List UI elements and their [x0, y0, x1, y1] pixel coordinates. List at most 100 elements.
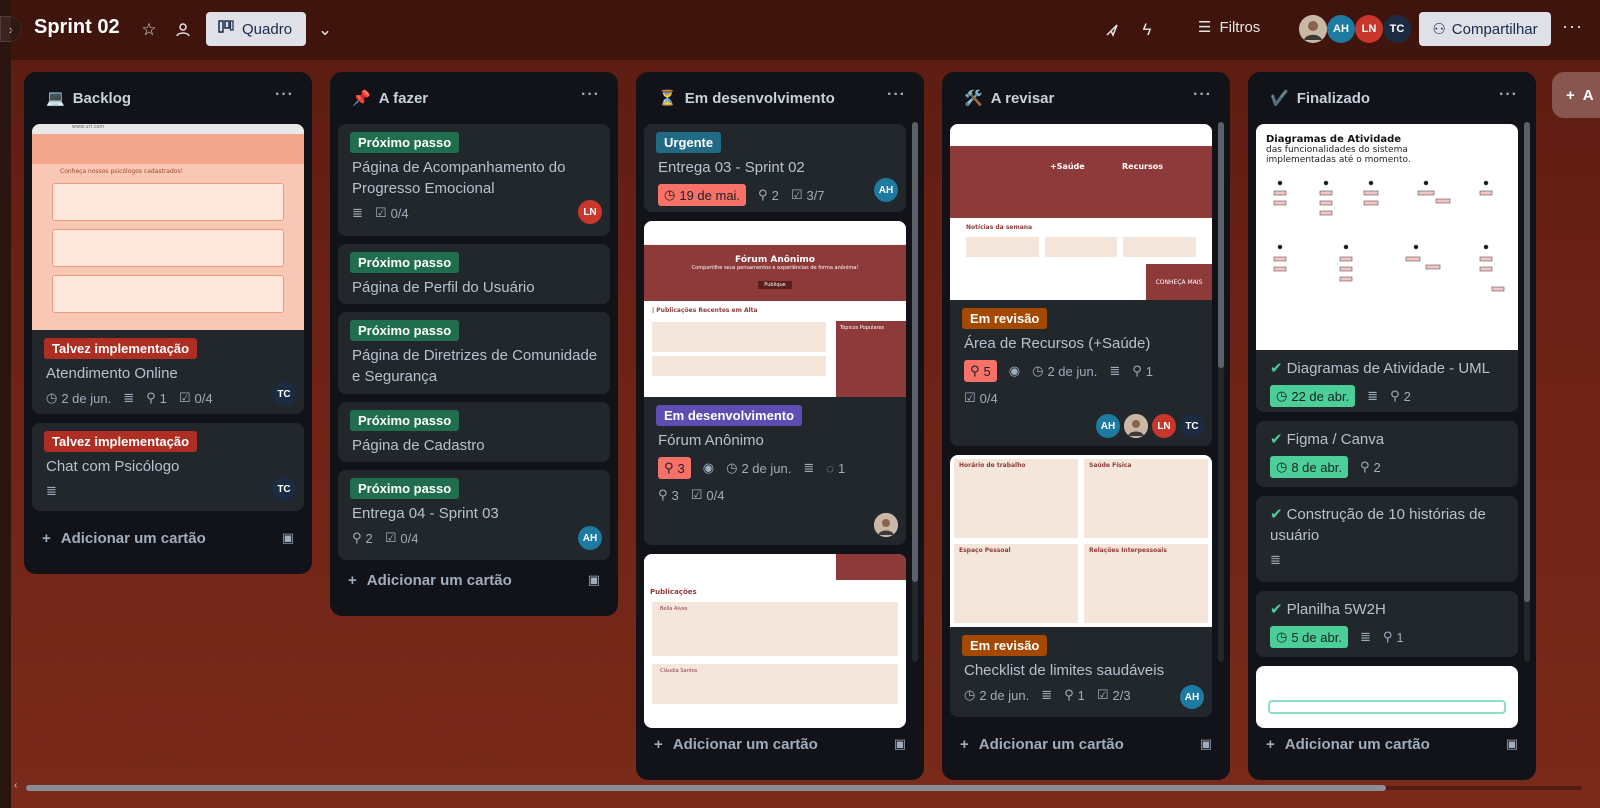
card-member-avatar[interactable]: AH: [874, 178, 898, 202]
card-forum-anonimo[interactable]: Fórum Anônimo Compartilhe seus pensament…: [644, 221, 906, 545]
complete-check-icon[interactable]: ✔: [1270, 360, 1283, 377]
due-date-badge[interactable]: ◷ 8 de abr.: [1270, 456, 1348, 478]
avatar-ln[interactable]: LN: [1355, 15, 1383, 43]
list-menu-icon[interactable]: ···: [581, 86, 600, 104]
list-header[interactable]: 🛠️ A revisar ···: [942, 72, 1230, 124]
card-cadastro[interactable]: Próximo passo Página de Cadastro: [338, 402, 610, 462]
list-title[interactable]: A revisar: [991, 90, 1055, 107]
list-header[interactable]: ✔️ Finalizado ···: [1248, 72, 1536, 124]
card-diagramas-uml[interactable]: Diagramas de Atividade das funcionalidad…: [1256, 124, 1518, 412]
avatar-photo[interactable]: [1299, 15, 1327, 43]
card-member-avatar[interactable]: AH: [1096, 414, 1120, 438]
list-header[interactable]: 📌 A fazer ···: [330, 72, 618, 124]
power-ups-icon[interactable]: [1098, 16, 1126, 44]
card-member-avatar[interactable]: TC: [272, 382, 296, 406]
avatar-tc[interactable]: TC: [1383, 15, 1411, 43]
card-member-avatar[interactable]: TC: [1180, 414, 1204, 438]
card-figma-canva[interactable]: ✔ Figma / Canva ◷ 8 de abr. ⚲ 2: [1256, 421, 1518, 487]
template-icon[interactable]: ▣: [1506, 736, 1518, 752]
card-title: Área de Recursos (+Saúde): [964, 335, 1151, 352]
add-card-button[interactable]: + Adicionar um cartão ▣: [644, 726, 916, 762]
card-area-recursos[interactable]: +Saúde Recursos Notícias da semana CONHE…: [950, 124, 1212, 446]
board-title[interactable]: Sprint 02: [34, 16, 120, 39]
view-switcher-button[interactable]: Quadro: [206, 12, 306, 46]
card-member-avatar[interactable]: AH: [578, 526, 602, 550]
list-scrollbar[interactable]: [1524, 122, 1530, 662]
cover-forum-topics: Tópicos Populares: [836, 321, 906, 397]
card-entrega-03[interactable]: Urgente Entrega 03 - Sprint 02 ◷ 19 de ma…: [644, 124, 906, 212]
list-title[interactable]: A fazer: [379, 90, 428, 107]
card-title: Figma / Canva: [1286, 431, 1385, 448]
complete-check-icon[interactable]: ✔: [1270, 601, 1283, 618]
board-menu-icon[interactable]: ···: [1562, 16, 1583, 37]
automation-icon[interactable]: ϟ: [1133, 16, 1161, 44]
card-diretrizes[interactable]: Próximo passo Página de Diretrizes de Co…: [338, 312, 610, 394]
card-planilha-5w2h[interactable]: ✔ Planilha 5W2H ◷ 5 de abr. ≣ ⚲ 1: [1256, 591, 1518, 657]
card-forum-preview[interactable]: Publicações Bella Alves Cláudia Santos: [644, 554, 906, 728]
add-user-icon: ⚇: [1432, 21, 1446, 38]
template-icon[interactable]: ▣: [894, 736, 906, 752]
add-list-button[interactable]: + A: [1552, 72, 1600, 118]
due-date-badge[interactable]: ◷ 19 de mai.: [658, 184, 747, 206]
due-date-badge[interactable]: ◷ 5 de abr.: [1270, 626, 1348, 648]
scrollbar-thumb[interactable]: [26, 785, 1386, 791]
list-menu-icon[interactable]: ···: [1193, 86, 1212, 104]
plus-icon: +: [42, 529, 51, 547]
due-date-badge[interactable]: ◷ 22 de abr.: [1270, 385, 1356, 407]
template-icon[interactable]: ▣: [282, 530, 294, 546]
workspace-visibility-icon[interactable]: [169, 16, 197, 44]
card-chat-psicologo[interactable]: Talvez implementação Chat com Psicólogo …: [32, 423, 304, 511]
votes-badge[interactable]: ⚲ 5: [964, 360, 997, 382]
card-historias-usuario[interactable]: ✔ Construção de 10 histórias de usuário ≣: [1256, 496, 1518, 582]
list-a-fazer: 📌 A fazer ··· Próximo passo Página de Ac…: [330, 72, 618, 616]
template-icon[interactable]: ▣: [588, 572, 600, 588]
filters-button[interactable]: ☰ Filtros: [1198, 18, 1260, 37]
board-horizontal-scrollbar[interactable]: ‹: [14, 780, 1594, 792]
add-card-button[interactable]: + Adicionar um cartão ▣: [32, 520, 304, 556]
star-icon[interactable]: ☆: [135, 16, 163, 44]
list-title[interactable]: Finalizado: [1297, 90, 1370, 107]
card-member-avatar[interactable]: AH: [1180, 685, 1204, 709]
list-backlog: 💻 Backlog ··· www.url.com Conheça nossos…: [24, 72, 312, 574]
cover-diagram-title: Diagramas de Atividade: [1266, 134, 1402, 145]
card-cover-image: Diagramas de Atividade das funcionalidad…: [1256, 124, 1518, 350]
chevron-down-icon[interactable]: ⌄: [311, 16, 339, 44]
card-title-row: ✔ Figma / Canva: [1256, 421, 1518, 450]
votes-badge[interactable]: ⚲ 3: [658, 457, 691, 479]
card-cover-image: Fórum Anônimo Compartilhe seus pensament…: [644, 221, 906, 397]
template-icon[interactable]: ▣: [1200, 736, 1212, 752]
list-title[interactable]: Backlog: [73, 90, 131, 107]
list-title[interactable]: Em desenvolvimento: [685, 90, 835, 107]
list-menu-icon[interactable]: ···: [275, 86, 294, 104]
complete-check-icon[interactable]: ✔: [1270, 506, 1283, 523]
paperclip-icon: ⚲: [1132, 363, 1142, 378]
add-card-button[interactable]: + Adicionar um cartão ▣: [950, 726, 1222, 762]
view-label: Quadro: [242, 20, 293, 38]
avatar-ah[interactable]: AH: [1327, 15, 1355, 43]
card-member-avatar[interactable]: LN: [1152, 414, 1176, 438]
list-scrollbar[interactable]: [912, 122, 918, 662]
card-checklist-limites[interactable]: Horário de trabalho Saúde Física Espaço …: [950, 455, 1212, 717]
card-atendimento-online[interactable]: www.url.com Conheça nossos psicólogos ca…: [32, 124, 304, 414]
list-emoji: ✔️: [1270, 90, 1289, 107]
card-member-avatar[interactable]: LN: [578, 200, 602, 224]
card-acompanhamento[interactable]: Próximo passo Página de Acompanhamento d…: [338, 124, 610, 236]
list-header[interactable]: ⏳ Em desenvolvimento ···: [636, 72, 924, 124]
card-member-avatar-photo[interactable]: [874, 513, 898, 537]
filter-icon: ☰: [1198, 19, 1212, 36]
card-cover-preview[interactable]: [1256, 666, 1518, 728]
scroll-left-icon[interactable]: ‹: [14, 780, 17, 791]
list-header[interactable]: 💻 Backlog ···: [24, 72, 312, 124]
list-menu-icon[interactable]: ···: [887, 86, 906, 104]
share-button[interactable]: ⚇ Compartilhar: [1419, 12, 1551, 46]
add-card-button[interactable]: + Adicionar um cartão ▣: [338, 562, 610, 598]
list-menu-icon[interactable]: ···: [1499, 86, 1518, 104]
list-scrollbar[interactable]: [1218, 122, 1224, 662]
complete-check-icon[interactable]: ✔: [1270, 431, 1283, 448]
card-perfil-usuario[interactable]: Próximo passo Página de Perfil do Usuári…: [338, 244, 610, 304]
checkbox-icon: ☑: [384, 530, 397, 545]
card-member-avatar-photo[interactable]: [1124, 414, 1148, 438]
card-member-avatar[interactable]: TC: [272, 477, 296, 501]
add-card-button[interactable]: + Adicionar um cartão ▣: [1256, 726, 1528, 762]
card-entrega-04[interactable]: Próximo passo Entrega 04 - Sprint 03 ⚲ 2 …: [338, 470, 610, 560]
